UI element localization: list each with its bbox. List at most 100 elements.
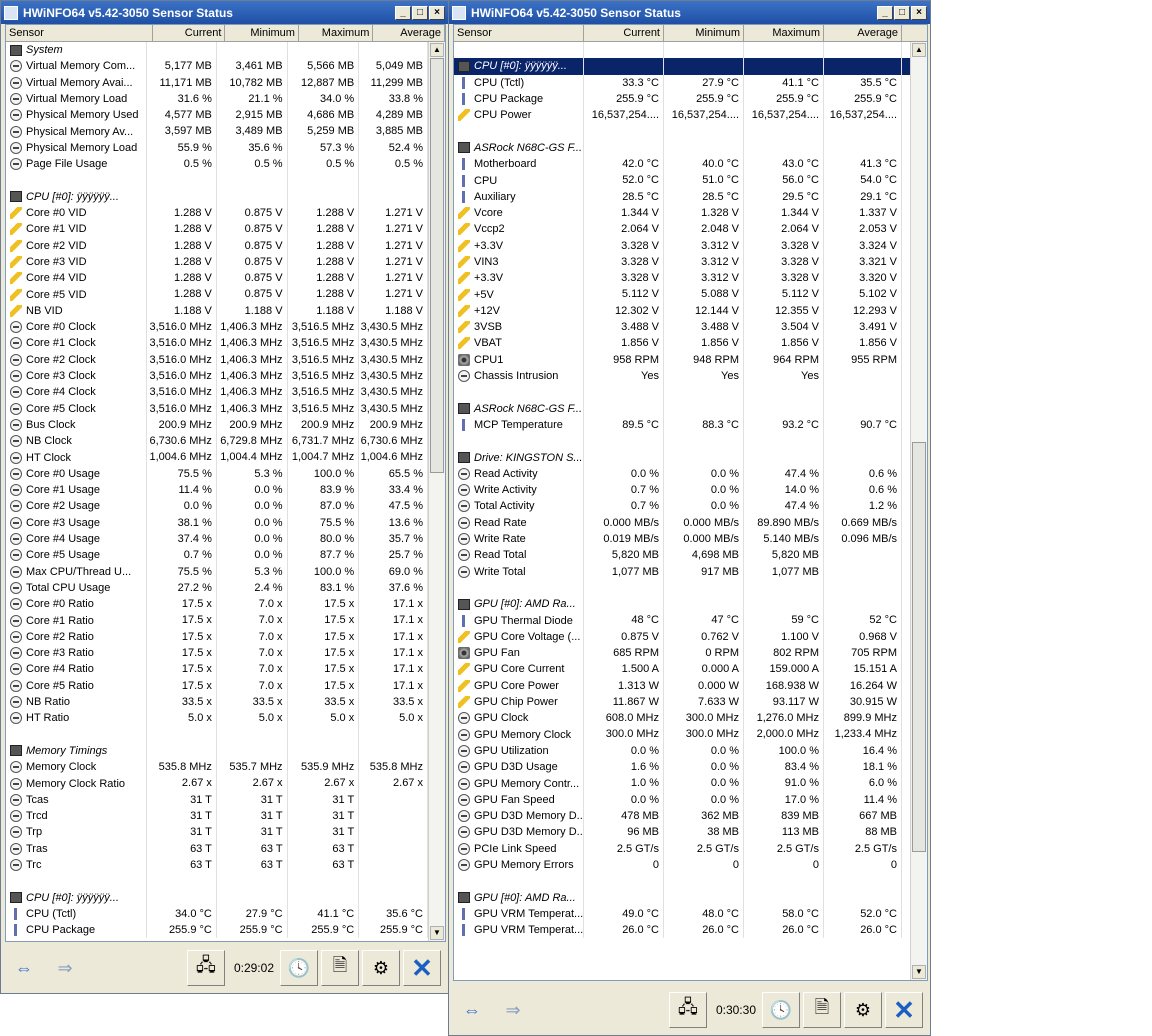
sensor-row[interactable]: Tcas 31 T 31 T 31 T — [6, 791, 428, 808]
sensor-row[interactable]: GPU Core Power 1.313 W 0.000 W 168.938 W 16.… — [454, 677, 910, 694]
sensor-row[interactable]: Core #5 Usage 0.7 % 0.0 % 87.7 % 25.7 % — [6, 547, 428, 564]
sensor-row[interactable]: Page File Usage 0.5 % 0.5 % 0.5 % 0.5 % — [6, 156, 428, 173]
scroll-thumb[interactable] — [912, 442, 926, 852]
sensor-row[interactable]: Core #1 VID 1.288 V 0.875 V 1.288 V 1.271 V — [6, 221, 428, 238]
sensor-row[interactable]: GPU D3D Memory D... 478 MB 362 MB 839 MB 667… — [454, 807, 910, 825]
sensor-row[interactable]: Vcore 1.344 V 1.328 V 1.344 V 1.337 V — [454, 204, 910, 222]
sensor-row[interactable]: CPU (Tctl) 34.0 °C 27.9 °C 41.1 °C 35.6 °C — [6, 905, 428, 923]
sensor-row[interactable]: Core #4 VID 1.288 V 0.875 V 1.288 V 1.271 V — [6, 270, 428, 287]
sensor-row[interactable]: Trp 31 T 31 T 31 T — [6, 824, 428, 841]
scroll-down-button[interactable]: ▼ — [430, 926, 444, 940]
sensor-row[interactable]: Core #1 Ratio 17.5 x 7.0 x 17.5 x 17.1 x — [6, 612, 428, 629]
sensor-row[interactable]: GPU D3D Memory D... 96 MB 38 MB 113 MB 88 MB — [454, 824, 910, 841]
sensor-row[interactable]: Core #1 Clock 3,516.0 MHz 1,406.3 MHz 3,516… — [6, 335, 428, 352]
sensor-row[interactable]: Core #4 Usage 37.4 % 0.0 % 80.0 % 35.7 % — [6, 530, 428, 548]
sensor-row[interactable]: GPU Fan Speed 0.0 % 0.0 % 17.0 % 11.4 % — [454, 791, 910, 808]
sensor-row[interactable]: +3.3V 3.328 V 3.312 V 3.328 V 3.324 V — [454, 237, 910, 254]
sensor-row[interactable]: Virtual Memory Com... 5,177 MB 3,461 MB 5,5… — [6, 58, 428, 75]
maximize-button[interactable]: □ — [894, 5, 910, 20]
minimize-button[interactable]: _ — [877, 5, 893, 20]
sensor-row[interactable]: Core #1 Usage 11.4 % 0.0 % 83.9 % 33.4 % — [6, 482, 428, 499]
sensor-row[interactable]: GPU Fan 685 RPM 0 RPM 802 RPM 705 RPM — [454, 644, 910, 662]
network-button[interactable]: 🖧 — [186, 950, 225, 986]
sensor-group-row[interactable]: GPU [#0]: AMD Ra... — [454, 596, 910, 613]
column-maximum[interactable]: Maximum — [299, 25, 374, 41]
sensor-row[interactable]: GPU VRM Temperat... 26.0 °C 26.0 °C 26.0 °C… — [454, 922, 910, 939]
sensor-row[interactable]: Read Total 5,820 MB 4,698 MB 5,820 MB — [454, 547, 910, 564]
sensor-row[interactable]: Physical Memory Av... 3,597 MB 3,489 MB 5,2… — [6, 123, 428, 140]
sensor-row[interactable]: NB Ratio 33.5 x 33.5 x 33.5 x 33.5 x — [6, 693, 428, 711]
sensor-group-row[interactable]: CPU [#0]: ÿÿÿÿÿÿ... — [454, 58, 910, 75]
sensor-row[interactable]: Core #3 Usage 38.1 % 0.0 % 75.5 % 13.6 % — [6, 514, 428, 531]
sensor-row[interactable]: Core #3 VID 1.288 V 0.875 V 1.288 V 1.271 V — [6, 253, 428, 271]
title-bar[interactable]: HWiNFO64 v5.42-3050 Sensor Status _ □ × — [449, 1, 930, 24]
title-bar[interactable]: HWiNFO64 v5.42-3050 Sensor Status _ □ × — [1, 1, 448, 24]
clock-button[interactable]: 🕓 — [762, 992, 800, 1028]
sensor-row[interactable]: Core #2 VID 1.288 V 0.875 V 1.288 V 1.271 V — [6, 237, 428, 254]
log-button[interactable]: 🗎 — [803, 992, 841, 1028]
sensor-row[interactable]: MCP Temperature 89.5 °C 88.3 °C 93.2 °C 90.7… — [454, 416, 910, 434]
sensor-row[interactable]: GPU Thermal Diode 48 °C 47 °C 59 °C 52 °C — [454, 612, 910, 629]
sensor-row[interactable]: Core #0 Usage 75.5 % 5.3 % 100.0 % 65.5 % — [6, 465, 428, 483]
sensor-row[interactable]: GPU Memory Clock 300.0 MHz 300.0 MHz 2,000.… — [454, 726, 910, 743]
close-button[interactable]: ✕ — [885, 992, 923, 1028]
sensor-row[interactable]: Core #2 Ratio 17.5 x 7.0 x 17.5 x 17.1 x — [6, 628, 428, 645]
sensor-row[interactable]: Core #0 Clock 3,516.0 MHz 1,406.3 MHz 3,516… — [6, 319, 428, 336]
sensor-row[interactable]: GPU D3D Usage 1.6 % 0.0 % 83.4 % 18.1 % — [454, 759, 910, 776]
sensor-row[interactable]: GPU Core Voltage (... 0.875 V 0.762 V 1.100… — [454, 628, 910, 645]
scroll-up-button[interactable]: ▲ — [912, 43, 926, 57]
sensor-row[interactable]: Memory Clock Ratio 2.67 x 2.67 x 2.67 x 2.67… — [6, 775, 428, 792]
collapse-button[interactable]: ⇒ — [494, 992, 532, 1028]
sensor-row[interactable]: VBAT 1.856 V 1.856 V 1.856 V 1.856 V — [454, 335, 910, 352]
sensor-row[interactable]: Total CPU Usage 27.2 % 2.4 % 83.1 % 37.6 % — [6, 579, 428, 597]
sensor-group-row[interactable]: ASRock N68C-GS F... — [454, 400, 910, 417]
column-average[interactable]: Average — [824, 25, 902, 41]
sensor-row[interactable]: Chassis Intrusion Yes Yes Yes — [454, 367, 910, 385]
column-minimum[interactable]: Minimum — [225, 25, 299, 41]
sensor-group-row[interactable]: Memory Timings — [6, 742, 428, 760]
sensor-row[interactable]: Core #0 VID 1.288 V 0.875 V 1.288 V 1.271 V — [6, 204, 428, 222]
sensor-group-row[interactable]: ASRock N68C-GS F... — [454, 139, 910, 157]
sensor-row[interactable]: Memory Clock 535.8 MHz 535.7 MHz 535.9 MHz 5… — [6, 759, 428, 776]
scroll-thumb[interactable] — [430, 58, 444, 473]
sensor-row[interactable]: CPU (Tctl) 33.3 °C 27.9 °C 41.1 °C 35.5 °C — [454, 74, 910, 91]
sensor-row[interactable]: CPU1 958 RPM 948 RPM 964 RPM 955 RPM — [454, 351, 910, 368]
column-minimum[interactable]: Minimum — [664, 25, 744, 41]
sensor-row[interactable]: NB Clock 6,730.6 MHz 6,729.8 MHz 6,731.7 MH… — [6, 433, 428, 450]
sensor-row[interactable]: GPU Core Current 1.500 A 0.000 A 159.000 A1… — [454, 661, 910, 678]
sensor-row[interactable]: Write Total 1,077 MB 917 MB 1,077 MB — [454, 563, 910, 580]
sensor-row[interactable]: Read Rate 0.000 MB/s 0.000 MB/s 89.890 MB/s… — [454, 514, 910, 531]
close-button[interactable]: ✕ — [403, 950, 441, 986]
sensor-row[interactable]: Total Activity 0.7 % 0.0 % 47.4 % 1.2 % — [454, 498, 910, 515]
close-window-button[interactable]: × — [911, 5, 927, 20]
vertical-scrollbar[interactable]: ▲ ▼ — [910, 42, 927, 980]
collapse-button[interactable]: ⇒ — [46, 950, 84, 986]
sensor-row[interactable]: Motherboard 42.0 °C 40.0 °C 43.0 °C 41.3 °C — [454, 156, 910, 173]
sensor-row[interactable]: GPU Clock 608.0 MHz 300.0 MHz 1,276.0 MHz 89… — [454, 710, 910, 727]
sensor-row[interactable]: Core #2 Usage 0.0 % 0.0 % 87.0 % 47.5 % — [6, 498, 428, 515]
sensor-row[interactable]: Tras 63 T 63 T 63 T — [6, 840, 428, 857]
column-sensor[interactable]: Sensor — [454, 25, 584, 41]
sensor-row[interactable]: NB VID 1.188 V 1.188 V 1.188 V 1.188 V — [6, 302, 428, 320]
sensor-group-row[interactable]: CPU [#0]: ÿÿÿÿÿÿ... — [6, 889, 428, 906]
network-button[interactable]: 🖧 — [668, 992, 707, 1028]
expand-collapse-button[interactable]: ⇔ — [453, 992, 491, 1028]
sensor-group-row[interactable]: CPU [#0]: ÿÿÿÿÿÿ... — [6, 188, 428, 205]
sensor-row[interactable]: CPU 52.0 °C 51.0 °C 56.0 °C 54.0 °C — [454, 172, 910, 189]
sensor-row[interactable]: Core #5 VID 1.288 V 0.875 V 1.288 V 1.271 V — [6, 286, 428, 303]
vertical-scrollbar[interactable]: ▲ ▼ — [428, 42, 445, 941]
sensor-row[interactable]: Core #5 Ratio 17.5 x 7.0 x 17.5 x 17.1 x — [6, 677, 428, 694]
sensor-group-row[interactable]: System — [6, 42, 428, 59]
sensor-row[interactable]: Core #0 Ratio 17.5 x 7.0 x 17.5 x 17.1 x — [6, 596, 428, 613]
sensor-row[interactable]: Trcd 31 T 31 T 31 T — [6, 807, 428, 825]
sensor-row[interactable]: CPU Power 16,537,254.... 16,537,254.... 16,… — [454, 107, 910, 124]
sensor-row[interactable]: GPU Memory Contr... 1.0 % 0.0 % 91.0 % 6.0 % — [454, 775, 910, 792]
column-current[interactable]: Current — [153, 25, 226, 41]
sensor-row[interactable]: Bus Clock 200.9 MHz 200.9 MHz 200.9 MHz 200.… — [6, 416, 428, 434]
column-maximum[interactable]: Maximum — [744, 25, 824, 41]
column-current[interactable]: Current — [584, 25, 664, 41]
log-button[interactable]: 🗎 — [321, 950, 359, 986]
sensor-row[interactable]: GPU Memory Errors 0 0 0 0 — [454, 856, 910, 874]
sensor-row[interactable]: HT Clock 1,004.6 MHz 1,004.4 MHz 1,004.7 MH… — [6, 449, 428, 466]
sensor-row[interactable]: HT Ratio 5.0 x 5.0 x 5.0 x 5.0 x — [6, 710, 428, 727]
